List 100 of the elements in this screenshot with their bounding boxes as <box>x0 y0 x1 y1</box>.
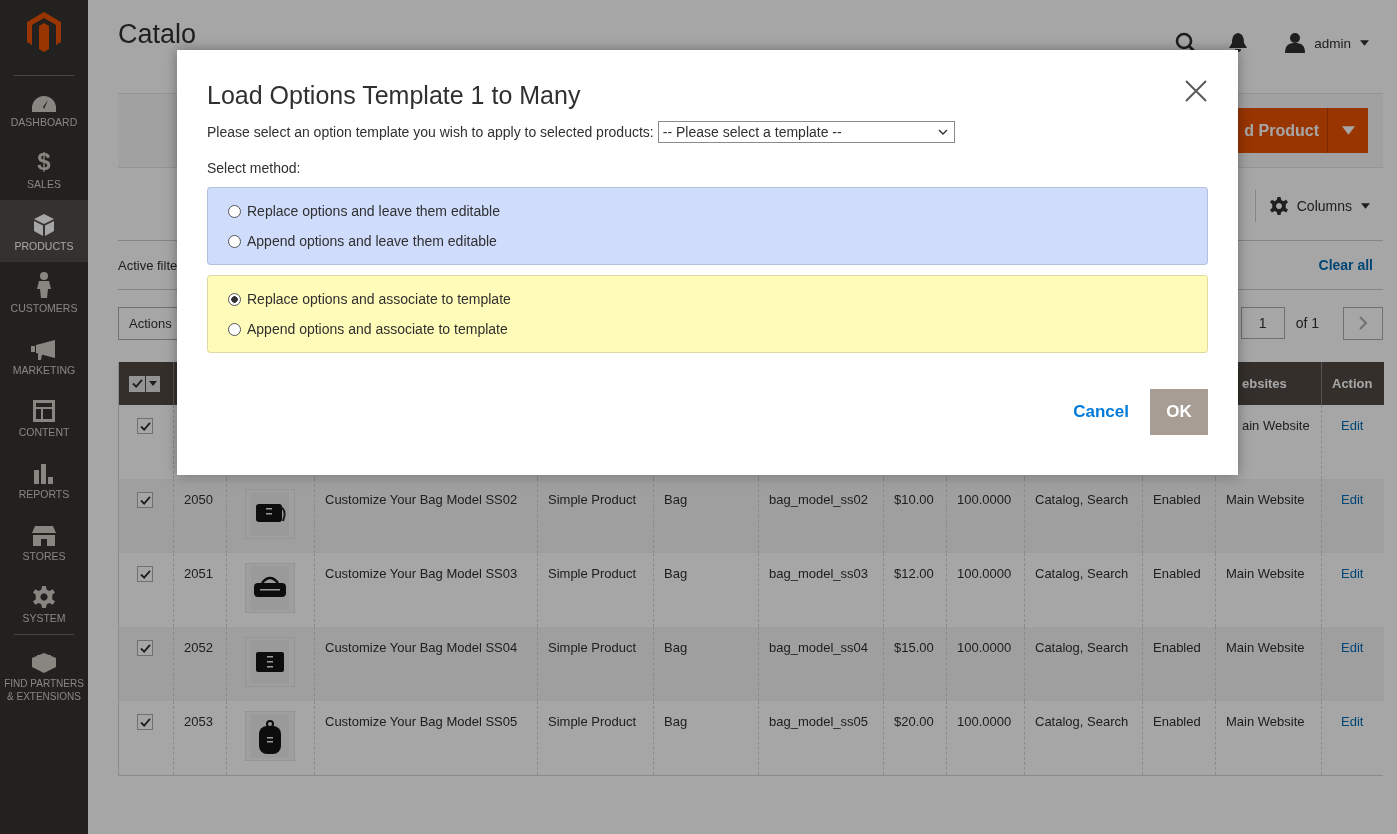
bell-icon[interactable] <box>1229 33 1248 53</box>
table-cell: Enabled <box>1153 640 1201 655</box>
table-cell: Bag <box>664 566 688 581</box>
table-cell: Customize Your Bag Model SS03 <box>325 566 518 581</box>
active-filters-label: Active filte <box>118 257 178 273</box>
edit-link[interactable]: Edit <box>1341 566 1364 581</box>
prompt-text: Please select an option template you wish to apply to selected products: <box>207 124 654 140</box>
table-cell: Main Website <box>1226 492 1305 507</box>
table-cell: Catalog, Search <box>1035 492 1129 507</box>
page-title: Catalo <box>118 19 197 49</box>
column-header[interactable]: Action <box>1321 362 1384 405</box>
row-checkbox[interactable] <box>137 418 153 434</box>
table-cell: 2053 <box>184 714 213 729</box>
row-checkbox[interactable] <box>137 640 153 656</box>
table-cell: Bag <box>664 640 688 655</box>
table-cell: Simple Product <box>548 714 637 729</box>
sidebar-item[interactable]: FIND PARTNERS & EXTENSIONS <box>0 635 88 707</box>
table-cell: 2051 <box>184 566 213 581</box>
table-cell: Customize Your Bag Model SS05 <box>325 714 518 729</box>
edit-link[interactable]: Edit <box>1341 418 1364 433</box>
ok-button[interactable]: OK <box>1150 389 1208 435</box>
person-icon <box>37 272 51 298</box>
table-cell: Main Website <box>1226 566 1305 581</box>
table-cell: Simple Product <box>548 640 637 655</box>
sidebar-item[interactable]: PRODUCTS <box>0 200 88 262</box>
layout-icon <box>33 400 55 422</box>
edit-link[interactable]: Edit <box>1341 492 1364 507</box>
table-cell: 2050 <box>184 492 213 507</box>
sidebar-item[interactable]: REPORTS <box>0 448 88 510</box>
table-cell: Bag <box>664 492 688 507</box>
table-cell: bag_model_ss04 <box>769 640 869 655</box>
chevron-down-icon <box>937 129 948 135</box>
table-cell: Catalog, Search <box>1035 640 1129 655</box>
user-menu[interactable]: admin <box>1285 33 1369 53</box>
table-cell: $20.00 <box>894 714 934 729</box>
caret-icon <box>149 381 157 386</box>
table-cell: $10.00 <box>894 492 934 507</box>
table-cell: Bag <box>664 714 688 729</box>
table-cell: Enabled <box>1153 714 1201 729</box>
row-checkbox[interactable] <box>137 492 153 508</box>
table-cell: Main Website <box>1226 640 1305 655</box>
table-cell: 100.0000 <box>957 640 1012 655</box>
cancel-link[interactable]: Cancel <box>1073 402 1129 422</box>
method-radio-option[interactable]: Append options and associate to template <box>228 320 1187 339</box>
sidebar-item[interactable]: STORES <box>0 510 88 572</box>
caret-icon <box>1360 40 1369 46</box>
caret-icon <box>1341 126 1355 135</box>
sidebar-item[interactable]: $ SALES <box>0 138 88 200</box>
megaphone-icon <box>31 340 57 360</box>
table-cell: Main Website <box>1226 714 1305 729</box>
table-cell: 2052 <box>184 640 213 655</box>
table-cell: Enabled <box>1153 566 1201 581</box>
method-radio-option[interactable]: Append options and leave them editable <box>228 232 1187 251</box>
gear-icon <box>1269 197 1288 215</box>
add-menu-button[interactable] <box>1327 108 1368 153</box>
table-cell: Simple Product <box>548 566 637 581</box>
sidebar-item[interactable]: DASHBOARD <box>0 76 88 138</box>
template-select[interactable]: -- Please select a template -- <box>657 121 955 143</box>
table-cell: Customize Your Bag Model SS02 <box>325 492 518 507</box>
table-cell: Catalog, Search <box>1035 566 1129 581</box>
close-icon[interactable] <box>1185 80 1207 102</box>
table-cell: 100.0000 <box>957 566 1012 581</box>
table-cell: bag_model_ss05 <box>769 714 869 729</box>
page-number-field[interactable]: 1 <box>1240 307 1285 339</box>
sidebar-item[interactable]: CUSTOMERS <box>0 262 88 324</box>
modal-title: Load Options Template 1 to Many <box>207 80 581 111</box>
page-total: of 1 <box>1295 315 1319 331</box>
table-cell: bag_model_ss02 <box>769 492 869 507</box>
table-cell: Catalog, Search <box>1035 714 1129 729</box>
edit-link[interactable]: Edit <box>1341 714 1364 729</box>
table-cell: 100.0000 <box>957 492 1012 507</box>
bar-chart-icon <box>34 464 54 484</box>
table-cell: Customize Your Bag Model SS04 <box>325 640 518 655</box>
add-product-button[interactable]: d Product <box>1238 108 1327 153</box>
columns-dropdown[interactable]: Columns <box>1269 197 1370 215</box>
gauge-icon <box>32 96 56 112</box>
sidebar-item[interactable]: MARKETING <box>0 324 88 386</box>
table-cell: 100.0000 <box>957 714 1012 729</box>
edit-link[interactable]: Edit <box>1341 640 1364 655</box>
caret-icon <box>1361 203 1370 209</box>
user-icon <box>1285 33 1306 53</box>
table-cell: ain Website <box>1242 418 1310 433</box>
clear-all-link[interactable]: Clear all <box>1318 257 1373 273</box>
row-checkbox[interactable] <box>137 566 153 582</box>
method-radio-option[interactable]: Replace options and associate to template <box>228 290 1187 309</box>
store-icon <box>32 526 56 546</box>
method-radio-option[interactable]: Replace options and leave them editable <box>228 202 1187 221</box>
table-cell: $15.00 <box>894 640 934 655</box>
row-checkbox[interactable] <box>137 714 153 730</box>
table-cell: bag_model_ss03 <box>769 566 869 581</box>
method-label: Select method: <box>207 160 302 176</box>
table-cell: Simple Product <box>548 492 637 507</box>
table-cell: $12.00 <box>894 566 934 581</box>
sidebar-item[interactable]: SYSTEM <box>0 572 88 634</box>
mass-select-control[interactable] <box>129 375 160 392</box>
gear-icon <box>33 586 55 608</box>
chevron-right-icon <box>1359 316 1367 330</box>
sidebar-item[interactable]: CONTENT <box>0 386 88 448</box>
table-cell: Enabled <box>1153 492 1201 507</box>
box-icon <box>34 214 54 236</box>
